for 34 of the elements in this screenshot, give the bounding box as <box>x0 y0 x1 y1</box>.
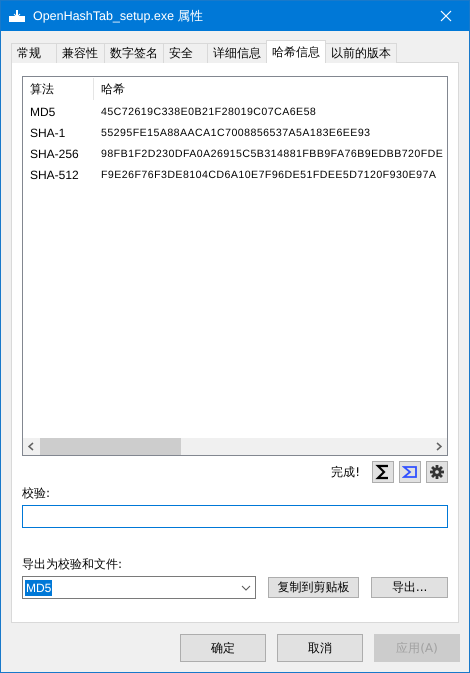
export-label: 导出为校验和文件: <box>22 556 124 573</box>
verify-label: 校验: <box>22 485 52 502</box>
dialog-button[interactable]: 确定 <box>180 634 266 662</box>
column-header[interactable]: 算法 <box>23 78 94 100</box>
hash-cell: 45C72619C338E0B21F28019C07CA6E58 <box>101 106 316 118</box>
algorithm-cell-text: MD5 <box>29 104 56 118</box>
algorithm-cell-text: SHA-256 <box>29 146 80 160</box>
sigma-icon[interactable] <box>372 461 394 483</box>
tab[interactable]: 哈希信息 <box>266 40 326 63</box>
close-icon <box>440 10 452 22</box>
copy-button[interactable]: 复制到剪贴板 <box>268 577 360 598</box>
scrollbar-thumb[interactable] <box>40 438 181 455</box>
hash-cell: F9E26F76F3DE8104CD6A10E7F96DE51FDEE5D7120F930E97A <box>101 168 436 180</box>
hash-cell: 55295FE15A88AACA1C7008856537A5A183E6EE93 <box>101 126 371 138</box>
export-button[interactable]: 导出... <box>371 577 448 598</box>
tab[interactable]: 详细信息 <box>207 43 267 63</box>
window-title: OpenHashTab_setup.exe 属性 <box>33 8 205 24</box>
app-icon <box>9 10 25 22</box>
tab[interactable]: 安全 <box>163 43 208 63</box>
algorithm-cell-text: SHA-512 <box>29 168 80 182</box>
chevron-down-icon <box>240 584 251 590</box>
algorithm-cell-text: SHA-1 <box>29 126 66 140</box>
column-header[interactable]: 哈希 <box>94 78 294 100</box>
settings-icon[interactable] <box>426 461 448 483</box>
dialog-button[interactable]: 取消 <box>277 634 363 662</box>
format-dropdown[interactable]: MD5 <box>22 576 256 599</box>
verify-field[interactable] <box>22 505 448 528</box>
tab[interactable]: 兼容性 <box>56 43 105 63</box>
tab[interactable]: 数字签名 <box>104 43 164 63</box>
sigma-outline-icon[interactable] <box>399 461 421 483</box>
hash-cell: 98FB1F2D230DFA0A26915C5B314881FBB9FA76B9EDBB720FDE <box>101 148 444 160</box>
tab[interactable]: 常规 <box>11 43 57 63</box>
tab[interactable]: 以前的版本 <box>325 43 397 63</box>
status-text: 完成! <box>331 464 360 480</box>
